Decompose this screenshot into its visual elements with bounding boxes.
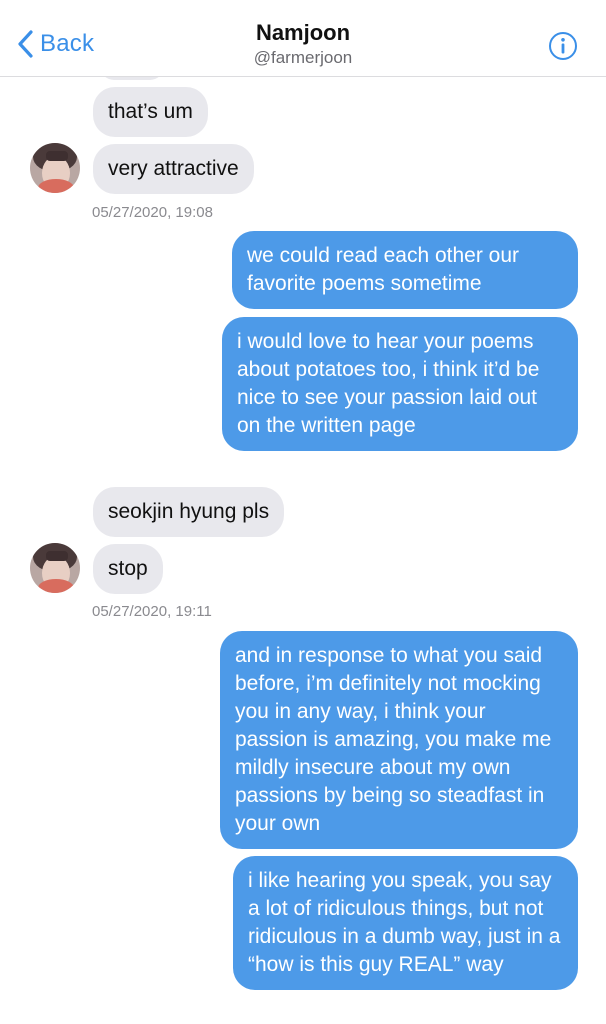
message-timestamp: 05/27/2020, 19:08: [92, 204, 213, 221]
message-bubble-incoming[interactable]: very attractive: [93, 144, 254, 194]
message-bubble-outgoing[interactable]: i like hearing you speak, you say a lot …: [233, 856, 578, 990]
info-icon: [548, 31, 578, 61]
avatar[interactable]: [30, 143, 80, 193]
conversation-header: Back Namjoon @farmerjoon: [0, 0, 606, 77]
message-bubble-outgoing[interactable]: and in response to what you said before,…: [220, 631, 578, 849]
message-thread[interactable]: that’s um very attractive 05/27/2020, 19…: [0, 0, 606, 1024]
contact-name: Namjoon: [255, 20, 351, 45]
contact-title: Namjoon @farmerjoon: [0, 19, 606, 69]
dm-screen: that’s um very attractive 05/27/2020, 19…: [0, 0, 606, 1024]
message-timestamp: 05/27/2020, 19:11: [92, 603, 212, 620]
avatar[interactable]: [30, 543, 80, 593]
message-bubble-incoming[interactable]: that’s um: [93, 87, 208, 137]
info-button[interactable]: [548, 31, 578, 61]
message-bubble-outgoing[interactable]: we could read each other our favorite po…: [232, 231, 578, 309]
message-bubble-incoming[interactable]: stop: [93, 544, 163, 594]
message-bubble-outgoing[interactable]: i would love to hear your poems about po…: [222, 317, 578, 451]
contact-handle: @farmerjoon: [253, 48, 353, 67]
message-bubble-incoming[interactable]: seokjin hyung pls: [93, 487, 285, 537]
